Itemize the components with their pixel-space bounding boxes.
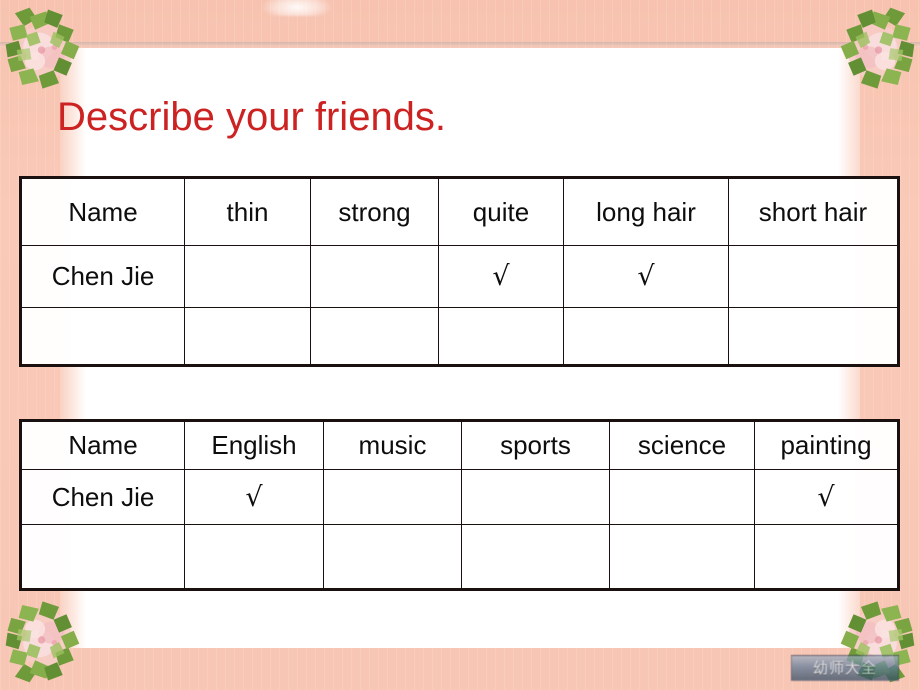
table-cell-thin[interactable] xyxy=(184,307,311,366)
table-cell-english[interactable]: √ xyxy=(184,469,324,525)
table-header-cell: sports xyxy=(461,420,610,470)
table-row-header: Name thin strong quite long hair short h… xyxy=(20,177,899,246)
table-row-header: Name English music sports science painti… xyxy=(20,420,899,470)
table-cell-science[interactable] xyxy=(609,524,755,590)
table-cell-painting[interactable] xyxy=(754,524,899,590)
table-cell-long-hair[interactable] xyxy=(563,307,729,366)
table-cell-sports[interactable] xyxy=(461,524,610,590)
table-row xyxy=(20,307,899,366)
table-cell-name: Chen Jie xyxy=(20,469,185,525)
table-cell-music[interactable] xyxy=(323,469,462,525)
table-cell-name[interactable] xyxy=(20,524,185,590)
table-cell-sports[interactable] xyxy=(461,469,610,525)
table-cell-thin[interactable] xyxy=(184,245,311,308)
favourite-subjects-table: Name English music sports science painti… xyxy=(19,419,900,591)
table-cell-name[interactable] xyxy=(20,307,185,366)
table-cell-painting[interactable]: √ xyxy=(754,469,899,525)
table-cell-long-hair[interactable]: √ xyxy=(563,245,729,308)
table-header-cell: English xyxy=(184,420,324,470)
table-cell-quite[interactable] xyxy=(438,307,564,366)
page-title: Describe your friends. xyxy=(57,95,447,139)
ribbon-ornament-icon xyxy=(262,0,332,16)
table-cell-science[interactable] xyxy=(609,469,755,525)
table-cell-quite[interactable]: √ xyxy=(438,245,564,308)
table-header-cell: long hair xyxy=(563,177,729,246)
table-cell-english[interactable] xyxy=(184,524,324,590)
table-cell-strong[interactable] xyxy=(310,307,439,366)
watermark-logo: 幼师大全 xyxy=(791,655,899,681)
table-header-cell: short hair xyxy=(728,177,899,246)
table-cell-short-hair[interactable] xyxy=(728,307,899,366)
table-row: Chen Jie √ √ xyxy=(20,245,899,308)
table-row xyxy=(20,524,899,590)
table-header-cell: strong xyxy=(310,177,439,246)
table-header-cell: music xyxy=(323,420,462,470)
watermark-label: 幼师大全 xyxy=(812,659,877,677)
table-row: Chen Jie √ √ xyxy=(20,469,899,525)
table-cell-name: Chen Jie xyxy=(20,245,185,308)
table-cell-music[interactable] xyxy=(323,524,462,590)
table-header-cell: Name xyxy=(20,177,185,246)
table-header-cell: Name xyxy=(20,420,185,470)
table-cell-short-hair[interactable] xyxy=(728,245,899,308)
table-header-cell: science xyxy=(609,420,755,470)
slide: Describe your friends. Name thin strong … xyxy=(0,0,920,690)
table-cell-strong[interactable] xyxy=(310,245,439,308)
table-header-cell: thin xyxy=(184,177,311,246)
describe-friends-table: Name thin strong quite long hair short h… xyxy=(19,176,900,367)
table-header-cell: quite xyxy=(438,177,564,246)
table-header-cell: painting xyxy=(754,420,899,470)
